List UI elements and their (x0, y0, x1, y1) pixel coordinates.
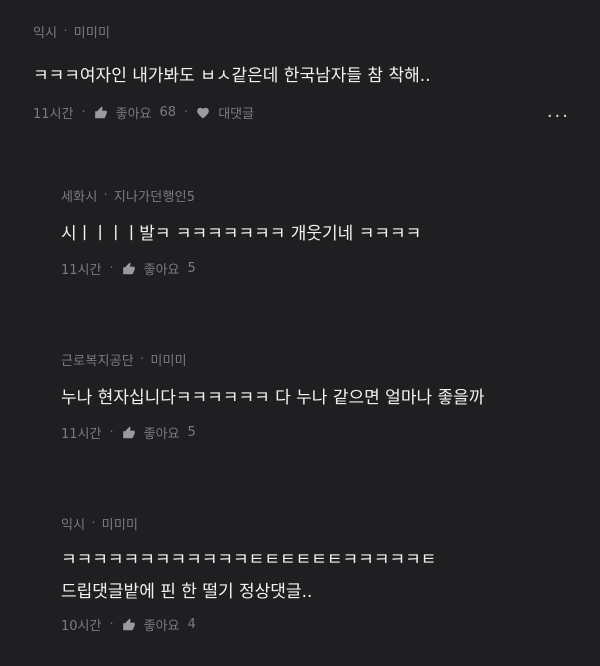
meta-separator: · (91, 516, 96, 531)
comment-user[interactable]: 미미미 (150, 350, 186, 369)
comment-meta: 익시 · 미미미 (33, 22, 573, 41)
comment-time: 11시간 (61, 263, 102, 278)
like-count: 4 (187, 617, 196, 632)
meta-separator: · (139, 352, 145, 367)
comment-2: 세화시 · 지나가던행인5 시ㅣㅣㅣㅣ발ㅋ ㅋㅋㅋㅋㅋㅋㅋ 개웃기네 ㅋㅋㅋㅋ … (61, 186, 581, 278)
comment-user[interactable]: 미미미 (102, 514, 138, 533)
heart-icon[interactable] (196, 106, 210, 120)
like-count: 68 (159, 105, 177, 120)
reply-button[interactable]: 대댓글 (218, 103, 254, 122)
comment-user[interactable]: 지나가던행인5 (114, 186, 195, 205)
comment-text: 시ㅣㅣㅣㅣ발ㅋ ㅋㅋㅋㅋㅋㅋㅋ 개웃기네 ㅋㅋㅋㅋ (61, 224, 422, 244)
comment-text: ㅋㅋㅋㅋㅋㅋㅋㅋㅋㅋㅋㅋㅌㅌㅌㅌㅌㅌㅋㅋㅋㅋㅋㅌ (61, 550, 437, 570)
thumbs-up-icon[interactable] (94, 106, 108, 120)
like-label[interactable]: 좋아요 (144, 423, 180, 442)
comment-actions: 10시간 · 좋아요 4 (61, 615, 196, 634)
meta-separator: · (63, 24, 68, 39)
comment-author[interactable]: 세화시 (61, 186, 97, 205)
comment-4: 익시 · 미미미 ㅋㅋㅋㅋㅋㅋㅋㅋㅋㅋㅋㅋㅌㅌㅌㅌㅌㅌㅋㅋㅋㅋㅋㅌ 드립댓글밭에… (61, 514, 581, 634)
comment-text: ㅋㅋㅋ여자인 내가봐도 ㅂㅅ같은데 한국남자들 참 착해.. (33, 66, 431, 86)
comment-meta: 세화시 · 지나가던행인5 (61, 186, 581, 205)
like-count: 5 (187, 261, 196, 276)
like-label[interactable]: 좋아요 (144, 259, 180, 278)
comment-actions: 11시간 · 좋아요 5 (61, 423, 196, 442)
comment-author[interactable]: 익시 (33, 22, 57, 41)
comment-text: 누나 현자십니다ㅋㅋㅋㅋㅋㅋ 다 누나 같으면 얼마나 좋을까 (61, 388, 485, 408)
comment-actions: 11시간 · 좋아요 68 · 대댓글 (33, 103, 255, 122)
comment-author[interactable]: 근로복지공단 (61, 350, 134, 369)
comment-thread: 익시 · 미미미 ㅋㅋㅋ여자인 내가봐도 ㅂㅅ같은데 한국남자들 참 착해.. … (0, 0, 600, 666)
meta-separator: · (103, 188, 108, 203)
comment-user[interactable]: 미미미 (74, 22, 110, 41)
comment-time: 10시간 (61, 619, 102, 634)
comment-3: 근로복지공단 · 미미미 누나 현자십니다ㅋㅋㅋㅋㅋㅋ 다 누나 같으면 얼마나… (61, 350, 581, 442)
comment-meta: 근로복지공단 · 미미미 (61, 350, 581, 369)
more-options-icon[interactable]: ··· (547, 108, 570, 126)
thumbs-up-icon[interactable] (122, 262, 136, 276)
comment-1: 익시 · 미미미 ㅋㅋㅋ여자인 내가봐도 ㅂㅅ같은데 한국남자들 참 착해.. … (33, 22, 573, 122)
comment-time: 11시간 (33, 107, 74, 122)
like-label[interactable]: 좋아요 (144, 615, 180, 634)
like-count: 5 (187, 425, 196, 440)
comment-time: 11시간 (61, 427, 102, 442)
comment-meta: 익시 · 미미미 (61, 514, 581, 533)
comment-actions: 11시간 · 좋아요 5 (61, 259, 196, 278)
like-label[interactable]: 좋아요 (116, 103, 152, 122)
thumbs-up-icon[interactable] (122, 618, 136, 632)
comment-text-line-2: 드립댓글밭에 핀 한 떨기 정상댓글.. (61, 582, 313, 602)
thumbs-up-icon[interactable] (122, 426, 136, 440)
comment-author[interactable]: 익시 (61, 514, 85, 533)
